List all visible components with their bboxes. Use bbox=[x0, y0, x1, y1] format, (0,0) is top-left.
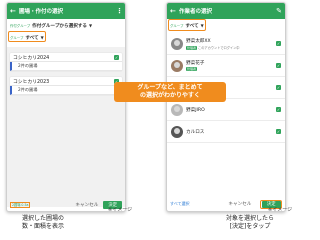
crop-field-count: 2件の圃場 bbox=[10, 86, 122, 95]
crop-name: コシヒカリ2023 bbox=[13, 79, 50, 85]
select-all-link[interactable]: すべて選択 bbox=[170, 201, 190, 207]
checkbox-checked-icon[interactable]: ✓ bbox=[276, 63, 281, 68]
avatar bbox=[171, 103, 183, 116]
worker-note: このアカウントでログイン中 bbox=[198, 45, 240, 50]
worker-info: 野菜太郎XX 管理者 このアカウントでログイン中 bbox=[186, 38, 276, 50]
list-item[interactable]: コシヒカリ2024 ✓ 2件の圃場 bbox=[10, 53, 122, 71]
more-menu-icon[interactable]: ⋮ bbox=[116, 7, 123, 15]
checkbox-checked-icon[interactable]: ✓ bbox=[276, 85, 281, 90]
back-arrow-icon[interactable]: ← bbox=[10, 3, 19, 19]
avatar bbox=[171, 37, 183, 50]
worker-name: カルロス bbox=[186, 129, 205, 135]
field-selection-screen: ← 圃場・作付の選択 ⋮ 作付グループ 作付グループから選択する ▼ グループ … bbox=[6, 2, 126, 212]
list-item[interactable]: カルロス ✓ bbox=[167, 121, 285, 143]
avatar bbox=[171, 125, 183, 138]
crop-row[interactable]: コシヒカリ2023 ✓ bbox=[10, 77, 122, 86]
back-arrow-icon[interactable]: ← bbox=[170, 3, 179, 19]
group-filter-highlight bbox=[168, 19, 206, 31]
app-bar: ← 作業者の選択 ✎ bbox=[167, 3, 285, 19]
image-note-right: ※イメージ bbox=[268, 207, 293, 213]
picker-label: 作付グループ bbox=[10, 24, 31, 28]
avatar bbox=[171, 59, 183, 72]
crop-name: コシヒカリ2024 bbox=[13, 55, 50, 61]
worker-name: 野菜太郎XX bbox=[186, 38, 211, 44]
crop-list: コシヒカリ2024 ✓ 2件の圃場 コシヒカリ2023 ✓ 2件の圃場 bbox=[7, 47, 125, 207]
worker-selection-screen: ← 作業者の選択 ✎ グループ すべて ▼ 野菜太郎XX 管理者 このアカウントで… bbox=[166, 2, 286, 212]
worker-name: 野菜JIRO bbox=[186, 107, 205, 113]
worker-info: 野菜JIRO bbox=[186, 107, 276, 113]
group-callout: グループなど、まとめて の選択がわかりやすく bbox=[114, 82, 226, 102]
screen-title: 作業者の選択 bbox=[179, 9, 213, 15]
worker-info: カルロス bbox=[186, 129, 276, 135]
checkbox-checked-icon[interactable]: ✓ bbox=[276, 107, 281, 112]
app-bar: ← 圃場・作付の選択 ⋮ bbox=[7, 3, 125, 19]
list-item[interactable]: 野菜太郎XX 管理者 このアカウントでログイン中 ✓ bbox=[167, 33, 285, 55]
worker-name: 野菜花子 bbox=[186, 61, 205, 66]
role-badge: 管理者 bbox=[186, 67, 198, 71]
checkbox-checked-icon[interactable]: ✓ bbox=[114, 54, 119, 60]
crop-row[interactable]: コシヒカリ2024 ✓ bbox=[10, 53, 122, 62]
list-item[interactable]: コシヒカリ2023 ✓ 2件の圃場 bbox=[10, 77, 122, 95]
picker-value: 作付グループから選択する bbox=[32, 23, 87, 29]
screen-title: 圃場・作付の選択 bbox=[19, 9, 64, 15]
worker-info: 野菜花子 管理者 bbox=[186, 60, 276, 71]
pencil-icon[interactable]: ✎ bbox=[276, 7, 282, 15]
crop-field-count: 2件の圃場 bbox=[10, 62, 122, 71]
checkbox-checked-icon[interactable]: ✓ bbox=[276, 129, 281, 134]
caption-left: 選択した圃場の 数・面積を表示 bbox=[21, 215, 64, 230]
canvas: ← 圃場・作付の選択 ⋮ 作付グループ 作付グループから選択する ▼ グループ … bbox=[0, 0, 300, 240]
checkbox-checked-icon[interactable]: ✓ bbox=[276, 41, 281, 46]
worker-meta: 管理者 このアカウントでログイン中 bbox=[186, 45, 276, 50]
field-count-label: 2件の圃場 bbox=[18, 63, 38, 68]
cancel-button[interactable]: キャンセル bbox=[228, 201, 251, 207]
role-badge: 管理者 bbox=[186, 45, 198, 50]
worker-meta: 管理者 bbox=[186, 67, 276, 71]
image-note-left: ※イメージ bbox=[108, 207, 133, 213]
cancel-button[interactable]: キャンセル bbox=[75, 202, 98, 208]
selection-count: 2圃場 0.5a bbox=[12, 203, 29, 207]
chevron-down-icon: ▼ bbox=[89, 23, 93, 28]
list-item[interactable]: 野菜JIRO ✓ bbox=[167, 99, 285, 121]
caption-right: 対象を選択したら [決定]をタップ bbox=[225, 215, 274, 230]
field-count-label: 2件の圃場 bbox=[18, 87, 38, 92]
selection-summary: 2圃場 0.5a bbox=[10, 202, 31, 208]
group-filter-highlight bbox=[8, 31, 46, 42]
list-item[interactable]: 野菜花子 管理者 ✓ bbox=[167, 55, 285, 77]
